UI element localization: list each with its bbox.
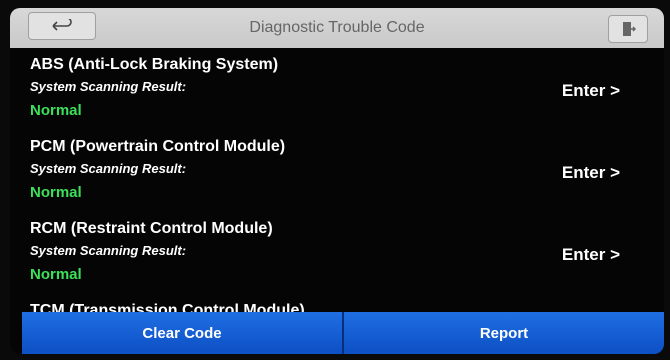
status-text: Normal — [30, 184, 82, 201]
back-arrow-icon — [52, 19, 72, 31]
status-text: Normal — [30, 266, 82, 283]
bottom-toolbar: Clear Code Report — [22, 312, 664, 354]
exit-button[interactable] — [608, 15, 648, 43]
exit-door-icon — [623, 22, 636, 36]
report-button[interactable]: Report — [342, 312, 664, 354]
clear-code-button[interactable]: Clear Code — [22, 312, 342, 354]
scan-result-label: System Scanning Result: — [30, 161, 187, 176]
system-list: ABS (Anti-Lock Braking System) System Sc… — [10, 48, 664, 312]
page-title: Diagnostic Trouble Code — [249, 19, 425, 36]
enter-button[interactable]: Enter > — [562, 245, 620, 265]
device-screen: Diagnostic Trouble Code ABS (Anti-Lock B… — [10, 8, 664, 354]
system-name: TCM (Transmission Control Module) — [30, 302, 305, 312]
enter-button[interactable]: Enter > — [562, 81, 620, 101]
system-name: PCM (Powertrain Control Module) — [30, 138, 286, 155]
list-item[interactable]: TCM (Transmission Control Module) — [10, 294, 664, 312]
system-name: RCM (Restraint Control Module) — [30, 220, 273, 237]
scan-result-label: System Scanning Result: — [30, 79, 187, 94]
list-item[interactable]: PCM (Powertrain Control Module) System S… — [10, 130, 664, 212]
title-bar: Diagnostic Trouble Code — [10, 8, 664, 48]
scan-result-label: System Scanning Result: — [30, 243, 187, 258]
enter-button[interactable]: Enter > — [562, 163, 620, 183]
back-button[interactable] — [28, 12, 96, 40]
list-item[interactable]: RCM (Restraint Control Module) System Sc… — [10, 212, 664, 294]
status-text: Normal — [30, 102, 82, 119]
system-name: ABS (Anti-Lock Braking System) — [30, 56, 279, 73]
list-item[interactable]: ABS (Anti-Lock Braking System) System Sc… — [10, 48, 664, 130]
